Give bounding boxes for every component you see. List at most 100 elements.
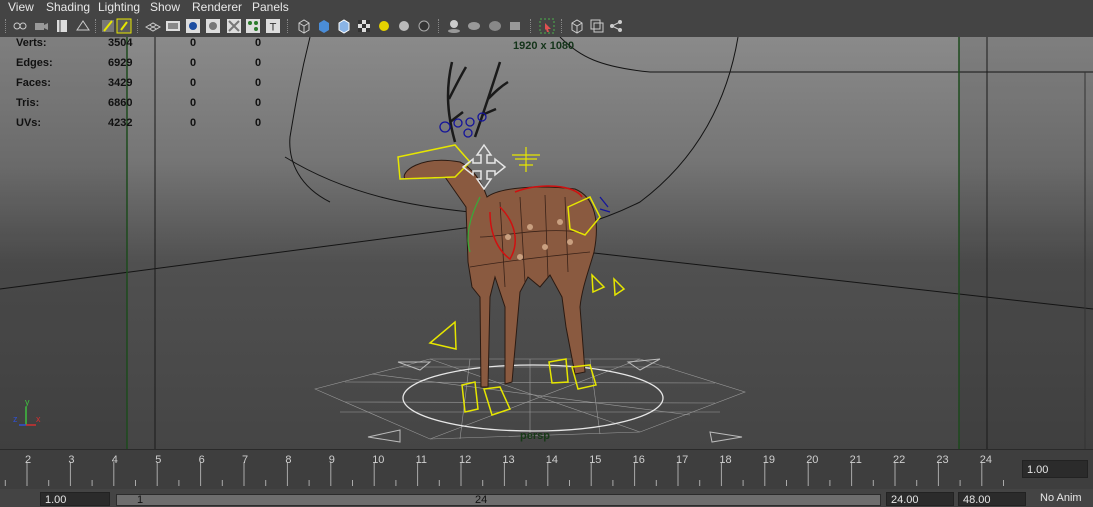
use-default-material-icon[interactable] (336, 18, 352, 34)
shade-all-icon[interactable] (356, 18, 372, 34)
toolbar-separator (5, 19, 8, 33)
bookmarks-icon[interactable] (54, 18, 70, 34)
resolution-gate-icon[interactable] (116, 18, 132, 34)
textured-icon[interactable] (376, 18, 392, 34)
gate-mask-right (959, 37, 1093, 449)
hud-value: 0 (190, 77, 197, 89)
hud-value: 0 (255, 117, 262, 129)
share-icon[interactable] (608, 18, 624, 34)
start-time-field[interactable]: 1.00 (40, 492, 110, 506)
panel-toolbar: T (0, 16, 1093, 37)
timeline-tick-label: 15 (589, 454, 602, 466)
isolate-select-icon[interactable] (226, 18, 242, 34)
end-time-field[interactable]: 24.00 (886, 492, 954, 506)
ambient-occlusion-icon[interactable] (487, 18, 503, 34)
safe-title-icon[interactable] (205, 18, 221, 34)
motion-blur-icon[interactable] (507, 18, 523, 34)
menu-panels[interactable]: Panels (252, 0, 289, 14)
hud-label: UVs: (16, 117, 42, 129)
timeline-tick-label: 14 (545, 454, 559, 466)
hud-value: 0 (190, 97, 197, 109)
panel-menu-bar: View Shading Lighting Show Renderer Pane… (0, 0, 1093, 16)
hud-row-edges: Edges: 6929 0 0 (16, 57, 276, 77)
use-all-lights-icon[interactable] (396, 18, 412, 34)
world-control-circle[interactable] (402, 364, 664, 432)
isolate-view-icon[interactable] (589, 18, 605, 34)
hud-label: Verts: (16, 37, 47, 49)
timeline-tick-label: 21 (849, 454, 862, 466)
wireframe-icon[interactable] (296, 18, 312, 34)
hud-value: 0 (190, 117, 197, 129)
anim-layer-label[interactable]: No Anim (1040, 492, 1082, 504)
deer-mesh[interactable] (403, 160, 597, 388)
hud-value: 6929 (108, 57, 133, 69)
floor-grid (314, 358, 746, 440)
timeline-tick-label: 17 (676, 454, 689, 466)
multisample-icon[interactable] (539, 18, 555, 34)
svg-text:T: T (270, 22, 277, 34)
timeline-tick-label: 6 (198, 454, 205, 466)
range-max-label: 24 (475, 494, 488, 506)
menu-view[interactable]: View (8, 0, 34, 14)
hud-row-tris: Tris: 6860 0 0 (16, 97, 276, 117)
axis-x-label: x (36, 414, 41, 424)
toolbar-separator (137, 19, 140, 33)
timeline-tick-label: 7 (242, 454, 249, 466)
hud-row-faces: Faces: 3429 0 0 (16, 77, 276, 97)
menu-show[interactable]: Show (150, 0, 180, 14)
toolbar-separator (438, 19, 441, 33)
timeline-tick-label: 12 (459, 454, 472, 466)
current-frame-field[interactable]: 1.00 (1022, 460, 1088, 478)
sphere-dark-icon[interactable] (466, 18, 482, 34)
hud-value: 4232 (108, 117, 133, 129)
timeline-tick-label: 2 (25, 454, 32, 466)
camera-name-label: persp (520, 430, 550, 442)
hud-value: 0 (255, 37, 262, 49)
text-icon[interactable]: T (265, 18, 281, 34)
depth-of-field-icon[interactable] (569, 18, 585, 34)
playback-range-slider[interactable]: 1 24 (116, 494, 881, 506)
time-slider[interactable]: 2 3 4 5 6 7 8 9 10 11 12 13 14 15 16 17 18 19 20 21 22 23 24 1… (0, 449, 1093, 490)
shadows-icon[interactable] (416, 18, 432, 34)
timeline-tick-label: 10 (372, 454, 385, 466)
hud-label: Tris: (16, 97, 40, 109)
world-control-arrows[interactable] (367, 358, 743, 443)
timeline-tick-label: 24 (979, 454, 993, 466)
menu-shading[interactable]: Shading (46, 0, 90, 14)
sphere-light-icon[interactable] (446, 18, 462, 34)
hud-value: 6860 (108, 97, 133, 109)
safe-action-icon[interactable] (185, 18, 201, 34)
anim-end-field[interactable]: 48.00 (958, 492, 1026, 506)
timeline-tick-label: 9 (328, 454, 335, 466)
field-chart-icon[interactable] (165, 18, 181, 34)
hud-row-uvs: UVs: 4232 0 0 (16, 117, 276, 137)
hud-value: 0 (255, 97, 262, 109)
hud-label: Faces: (16, 77, 51, 89)
camera-attributes-icon[interactable] (33, 18, 49, 34)
toolbar-separator (561, 19, 564, 33)
film-gate-icon[interactable] (100, 18, 116, 34)
perspective-viewport[interactable]: Verts: 3504 0 0 Edges: 6929 0 0 Faces: 3… (0, 37, 1093, 449)
image-plane-icon[interactable] (75, 18, 91, 34)
select-camera-icon[interactable] (12, 18, 28, 34)
toolbar-separator (287, 19, 290, 33)
timeline-tick-label: 19 (762, 454, 776, 466)
timeline-tick-label: 18 (719, 454, 732, 466)
range-min-label: 1 (137, 494, 144, 506)
range-slider-bar: 1.00 1 24 24.00 48.00 No Anim (0, 489, 1093, 506)
timeline-tick-label: 4 (111, 454, 118, 466)
locator-icon[interactable] (512, 147, 540, 172)
hud-value: 3429 (108, 77, 133, 89)
grid-icon[interactable] (145, 18, 161, 34)
hud-value: 3504 (108, 37, 133, 49)
timeline-tick-label: 20 (806, 454, 819, 466)
hud-value: 0 (190, 57, 197, 69)
xray-icon[interactable] (245, 18, 261, 34)
hud-row-verts: Verts: 3504 0 0 (16, 37, 276, 57)
smooth-shade-icon[interactable] (316, 18, 332, 34)
menu-lighting[interactable]: Lighting (98, 0, 140, 14)
hud-value: 0 (255, 57, 262, 69)
menu-renderer[interactable]: Renderer (192, 0, 242, 14)
timeline-tick-label: 3 (68, 454, 75, 466)
timeline-tick-label: 8 (285, 454, 292, 466)
